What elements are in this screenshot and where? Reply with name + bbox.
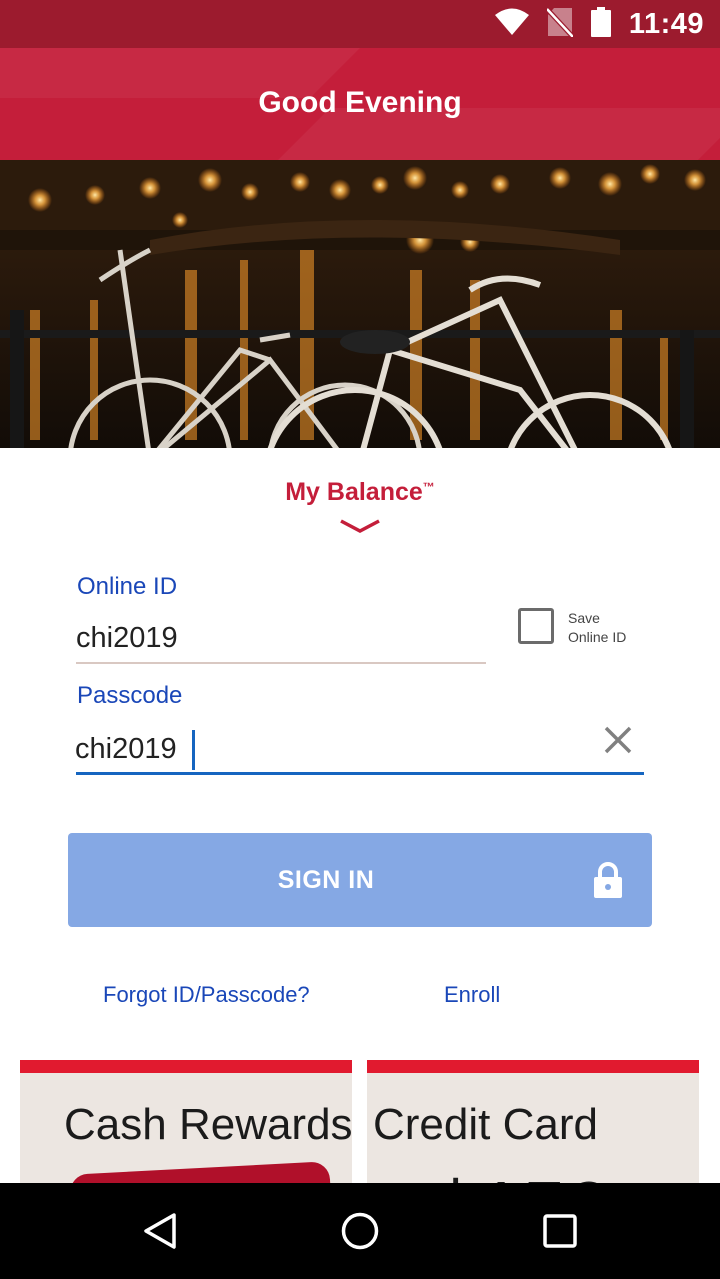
online-id-underline <box>76 662 486 664</box>
save-online-id-label[interactable]: Save Online ID <box>568 609 626 647</box>
wifi-icon <box>494 8 529 41</box>
promo-card-bar <box>367 1060 699 1073</box>
battery-icon <box>590 6 611 42</box>
promo-card-credit-card[interactable]: Credit Card $150 <box>367 1060 699 1190</box>
trademark-symbol: ™ <box>422 480 435 494</box>
status-bar: 11:49 <box>0 0 720 48</box>
no-sim-icon <box>545 6 575 42</box>
passcode-input[interactable]: chi2019 <box>75 733 177 766</box>
enroll-link[interactable]: Enroll <box>444 982 500 1008</box>
text-cursor <box>192 730 195 770</box>
status-icons: 11:49 <box>494 0 704 48</box>
online-id-label: Online ID <box>77 573 178 600</box>
my-balance-label: My Balance <box>285 478 423 506</box>
passcode-underline <box>76 772 644 775</box>
sign-in-label: SIGN IN <box>277 866 375 894</box>
hero-illustration <box>0 160 720 448</box>
save-label-line2: Online ID <box>568 629 627 645</box>
promo-card-title: Credit Card <box>373 1100 598 1149</box>
hero-image <box>0 160 720 448</box>
forgot-id-passcode-link[interactable]: Forgot ID/Passcode? <box>103 982 310 1008</box>
online-id-input[interactable]: chi2019 <box>76 622 178 655</box>
back-icon[interactable] <box>120 1203 200 1259</box>
navigation-bar <box>0 1183 720 1279</box>
passcode-label: Passcode <box>77 682 183 709</box>
app-header: Good Evening <box>0 48 720 160</box>
chevron-down-icon[interactable] <box>339 518 381 539</box>
promo-card-title: Cash Rewards <box>64 1100 352 1149</box>
my-balance-link[interactable]: My Balance™ <box>0 478 720 507</box>
home-icon[interactable] <box>320 1203 400 1259</box>
recents-icon[interactable] <box>520 1203 600 1259</box>
lock-icon <box>592 861 624 904</box>
clear-icon[interactable] <box>598 720 638 760</box>
status-time: 11:49 <box>628 7 704 40</box>
promo-card-bar <box>20 1060 352 1073</box>
save-label-line1: Save <box>568 610 600 626</box>
sign-in-button[interactable]: SIGN IN <box>68 833 652 927</box>
screen: 11:49 Good Evening My Balance™ Online ID… <box>0 0 720 1279</box>
page-title: Good Evening <box>258 86 462 119</box>
save-online-id-checkbox[interactable] <box>518 608 554 644</box>
